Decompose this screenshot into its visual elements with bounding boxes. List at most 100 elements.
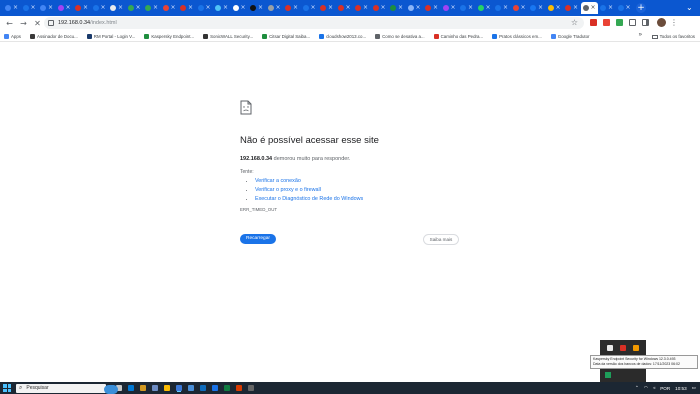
taskbar-app-icon[interactable]: [236, 385, 242, 391]
tab-close-icon[interactable]: ×: [65, 4, 70, 11]
taskbar-app-icon[interactable]: [164, 385, 170, 391]
tab-close-icon[interactable]: ×: [310, 4, 315, 11]
tab[interactable]: ×: [511, 2, 528, 14]
extension-icon[interactable]: [603, 19, 610, 26]
tab[interactable]: ×: [73, 2, 90, 14]
language-indicator[interactable]: POR: [660, 386, 670, 391]
tab-close-icon[interactable]: ×: [240, 4, 245, 11]
tab-close-icon[interactable]: ×: [275, 4, 280, 11]
tab-search-icon[interactable]: ⌄: [686, 3, 696, 13]
tab-close-icon[interactable]: ×: [555, 4, 560, 11]
tab-close-icon[interactable]: ×: [83, 4, 88, 11]
tab[interactable]: ×: [56, 2, 73, 14]
tab[interactable]: ×: [353, 2, 370, 14]
tab[interactable]: ×: [283, 2, 300, 14]
tab[interactable]: ×: [161, 2, 178, 14]
tab[interactable]: ×: [493, 2, 510, 14]
site-info-icon[interactable]: [48, 20, 54, 26]
tab[interactable]: ×: [126, 2, 143, 14]
suggestion-check-proxy[interactable]: Verificar o proxy e o firewall: [255, 187, 470, 193]
tab[interactable]: ×: [91, 2, 108, 14]
volume-icon[interactable]: ◃: [653, 385, 655, 391]
tab[interactable]: ×: [248, 2, 265, 14]
tray-app-icon[interactable]: [619, 345, 626, 351]
bookmark-item[interactable]: Caminho das Pedra...: [433, 33, 483, 39]
tab[interactable]: ×: [231, 2, 248, 14]
bookmark-item[interactable]: RM Portal - Login V...: [86, 33, 135, 39]
reload-button[interactable]: Recarregar: [240, 234, 276, 244]
tab-close-icon[interactable]: ×: [170, 4, 175, 11]
tab[interactable]: ×: [266, 2, 283, 14]
profile-avatar[interactable]: [657, 18, 666, 27]
tab-active[interactable]: ×: [580, 2, 598, 14]
tab[interactable]: ×: [108, 2, 125, 14]
taskbar-app-icon[interactable]: [128, 385, 134, 391]
taskbar-app-icon[interactable]: [152, 385, 158, 391]
bookmark-item[interactable]: SonicWALL Security...: [203, 33, 253, 39]
start-windows-icon[interactable]: [3, 384, 11, 392]
tab-close-icon[interactable]: ×: [398, 4, 403, 11]
tab-close-icon[interactable]: ×: [258, 4, 263, 11]
tab[interactable]: ×: [563, 2, 580, 14]
tab-close-icon[interactable]: ×: [135, 4, 140, 11]
tray-app-icon[interactable]: [633, 345, 640, 351]
tab[interactable]: ×: [38, 2, 55, 14]
bookmark-item[interactable]: Kaspersky Endpoint...: [144, 33, 194, 39]
taskbar-app-icon[interactable]: [200, 385, 206, 391]
tab-close-icon[interactable]: ×: [538, 4, 543, 11]
notification-icon[interactable]: ▭: [692, 385, 696, 391]
tab-close-icon[interactable]: ×: [590, 4, 595, 11]
tab[interactable]: ×: [616, 2, 633, 14]
tab-close-icon[interactable]: ×: [573, 4, 578, 11]
tab[interactable]: ×: [423, 2, 440, 14]
tab-close-icon[interactable]: ×: [363, 4, 368, 11]
tab-close-icon[interactable]: ×: [503, 4, 508, 11]
taskbar-app-icon[interactable]: [248, 385, 254, 391]
tab[interactable]: ×: [143, 2, 160, 14]
extension-icon[interactable]: [590, 19, 597, 26]
back-icon[interactable]: ←: [4, 18, 15, 29]
tab[interactable]: ×: [336, 2, 353, 14]
tab-close-icon[interactable]: ×: [468, 4, 473, 11]
tray-app-icon[interactable]: [606, 345, 613, 351]
tab[interactable]: ×: [388, 2, 405, 14]
tab[interactable]: ×: [301, 2, 318, 14]
kaspersky-tray-icon[interactable]: [605, 372, 611, 378]
new-tab-icon[interactable]: +: [636, 3, 646, 13]
tab-close-icon[interactable]: ×: [223, 4, 228, 11]
tab-close-icon[interactable]: ×: [293, 4, 298, 11]
tab-close-icon[interactable]: ×: [118, 4, 123, 11]
tab-close-icon[interactable]: ×: [100, 4, 105, 11]
tab[interactable]: ×: [546, 2, 563, 14]
bookmark-item[interactable]: Google Tradutor: [550, 33, 590, 39]
suggestion-check-connection[interactable]: Verificar a conexão: [255, 178, 470, 184]
taskbar-app-icon[interactable]: [140, 385, 146, 391]
bookmark-item[interactable]: cloudshow2013.co...: [319, 33, 366, 39]
tab[interactable]: ×: [3, 2, 20, 14]
tab-close-icon[interactable]: ×: [450, 4, 455, 11]
stop-icon[interactable]: ✕: [32, 18, 43, 29]
tab[interactable]: ×: [528, 2, 545, 14]
taskbar-search[interactable]: ⌕ Pesquisar: [16, 383, 118, 394]
bookmarks-overflow-icon[interactable]: »: [639, 32, 642, 38]
tray-chevron-icon[interactable]: ⌃: [635, 385, 639, 391]
tab[interactable]: ×: [406, 2, 423, 14]
tab-close-icon[interactable]: ×: [415, 4, 420, 11]
extensions-puzzle-icon[interactable]: [629, 19, 636, 26]
taskbar-app-icon[interactable]: [188, 385, 194, 391]
tab[interactable]: ×: [598, 2, 615, 14]
tab-close-icon[interactable]: ×: [13, 4, 18, 11]
tab-close-icon[interactable]: ×: [188, 4, 193, 11]
bookmark-item[interactable]: Citsar Digital Saiba...: [262, 33, 310, 39]
bookmark-star-icon[interactable]: ☆: [571, 18, 578, 27]
tab-close-icon[interactable]: ×: [608, 4, 613, 11]
tab[interactable]: ×: [21, 2, 38, 14]
clock[interactable]: 10:53: [675, 386, 687, 391]
tab-close-icon[interactable]: ×: [153, 4, 158, 11]
side-panel-icon[interactable]: [642, 19, 649, 26]
tab[interactable]: ×: [441, 2, 458, 14]
tab-close-icon[interactable]: ×: [205, 4, 210, 11]
tab[interactable]: ×: [318, 2, 335, 14]
taskbar-app-icon[interactable]: [212, 385, 218, 391]
tab-close-icon[interactable]: ×: [328, 4, 333, 11]
